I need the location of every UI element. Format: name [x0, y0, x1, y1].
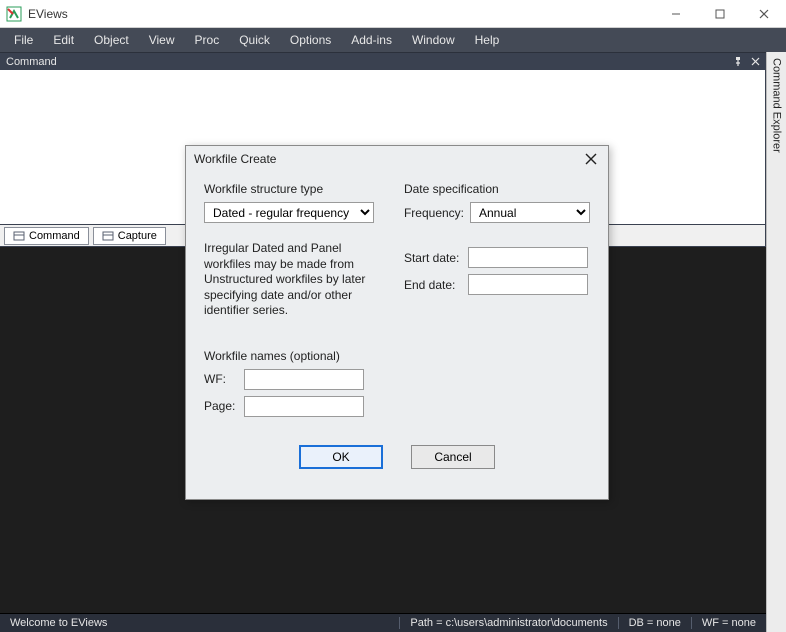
window-controls: [654, 0, 786, 28]
status-db: DB = none: [618, 617, 691, 629]
menu-options[interactable]: Options: [280, 30, 341, 50]
structure-type-label: Workfile structure type: [204, 182, 378, 196]
capture-tab-icon: [102, 230, 114, 242]
close-button[interactable]: [742, 0, 786, 28]
tab-command[interactable]: Command: [4, 227, 89, 245]
command-explorer-label: Command Explorer: [771, 58, 783, 153]
dialog-title: Workfile Create: [194, 152, 276, 166]
app-window: EViews File Edit Object View Proc Quick …: [0, 0, 786, 632]
end-date-label: End date:: [404, 278, 462, 292]
workfile-create-dialog: Workfile Create Workfile structure type …: [185, 145, 609, 500]
tab-capture[interactable]: Capture: [93, 227, 166, 245]
menu-addins[interactable]: Add-ins: [341, 30, 402, 50]
command-tab-icon: [13, 230, 25, 242]
start-date-label: Start date:: [404, 251, 462, 265]
status-wf: WF = none: [691, 617, 766, 629]
app-icon: [6, 6, 22, 22]
status-welcome: Welcome to EViews: [0, 617, 117, 629]
menu-help[interactable]: Help: [465, 30, 510, 50]
tab-command-label: Command: [29, 230, 80, 242]
menu-object[interactable]: Object: [84, 30, 139, 50]
command-panel-header: Command: [0, 52, 766, 70]
minimize-button[interactable]: [654, 0, 698, 28]
menubar: File Edit Object View Proc Quick Options…: [0, 28, 786, 52]
dialog-titlebar[interactable]: Workfile Create: [186, 146, 608, 172]
command-explorer-rail[interactable]: Command Explorer: [766, 52, 786, 632]
panel-close-icon[interactable]: [751, 57, 760, 66]
menu-file[interactable]: File: [4, 30, 43, 50]
menu-proc[interactable]: Proc: [185, 30, 230, 50]
dialog-close-button[interactable]: [582, 150, 600, 168]
menu-window[interactable]: Window: [402, 30, 465, 50]
wf-name-input[interactable]: [244, 369, 364, 390]
command-panel-title: Command: [6, 56, 57, 68]
statusbar: Welcome to EViews Path = c:\users\admini…: [0, 613, 766, 632]
cancel-button[interactable]: Cancel: [411, 445, 495, 469]
menu-edit[interactable]: Edit: [43, 30, 84, 50]
app-title: EViews: [28, 7, 68, 21]
tab-capture-label: Capture: [118, 230, 157, 242]
start-date-input[interactable]: [468, 247, 588, 268]
status-path: Path = c:\users\administrator\documents: [399, 617, 617, 629]
page-name-label: Page:: [204, 399, 238, 413]
frequency-label: Frequency:: [404, 206, 464, 220]
titlebar: EViews: [0, 0, 786, 28]
structure-type-select[interactable]: Dated - regular frequency: [204, 202, 374, 223]
ok-button[interactable]: OK: [299, 445, 383, 469]
date-spec-label: Date specification: [404, 182, 590, 196]
menu-quick[interactable]: Quick: [229, 30, 280, 50]
page-name-input[interactable]: [244, 396, 364, 417]
menu-view[interactable]: View: [139, 30, 185, 50]
maximize-button[interactable]: [698, 0, 742, 28]
end-date-input[interactable]: [468, 274, 588, 295]
frequency-select[interactable]: Annual: [470, 202, 590, 223]
wf-name-label: WF:: [204, 372, 238, 386]
workfile-names-label: Workfile names (optional): [204, 349, 590, 363]
pin-icon[interactable]: [733, 57, 743, 67]
structure-hint: Irregular Dated and Panel workfiles may …: [204, 241, 374, 319]
